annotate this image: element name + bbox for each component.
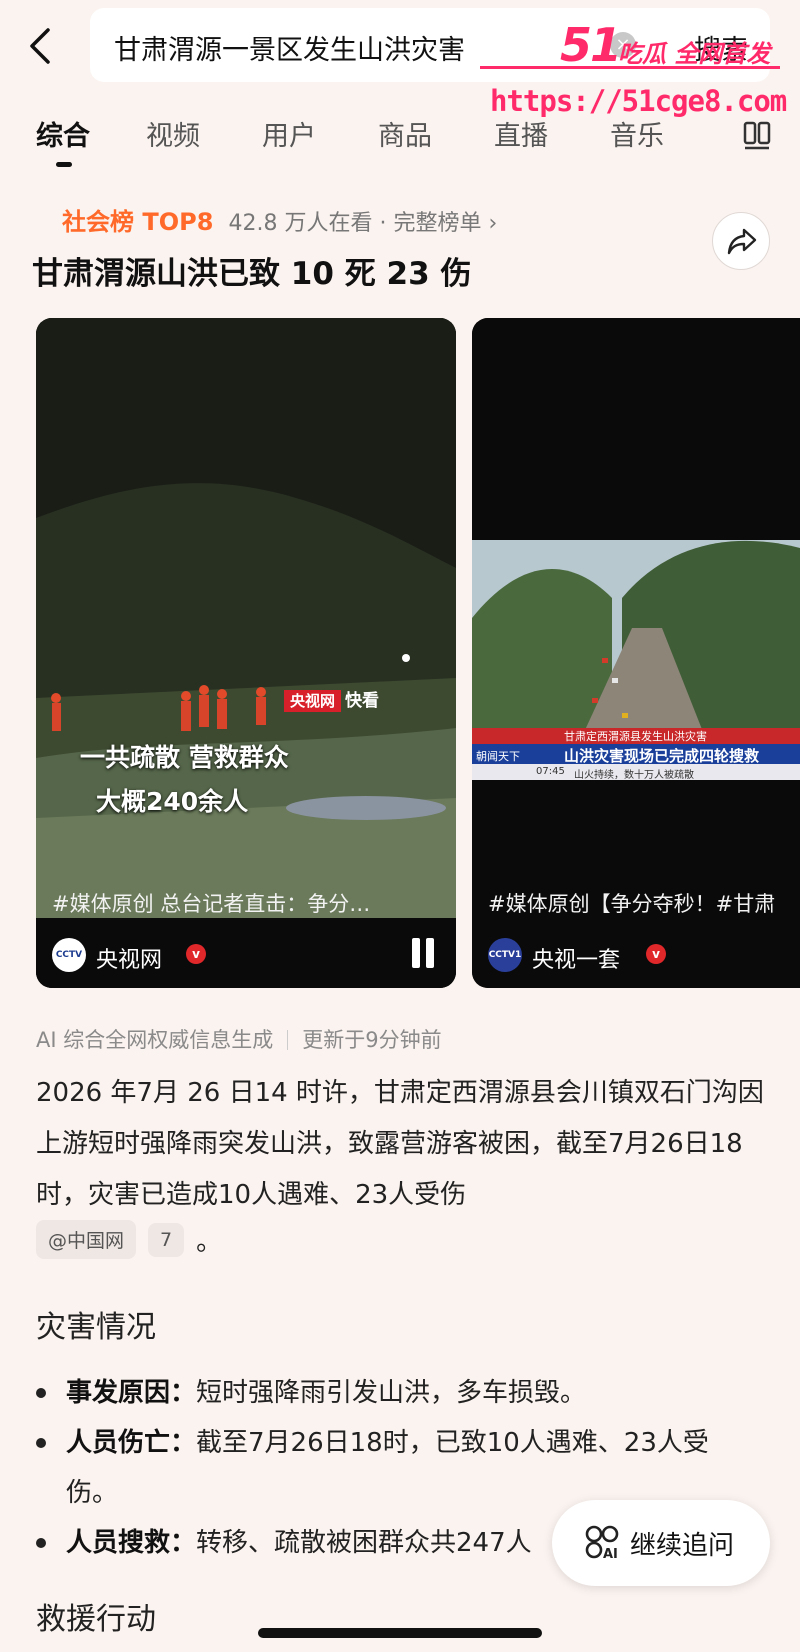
video-subtitle-line-1: 一共疏散 营救群众 <box>80 743 289 772</box>
channel-logo: 央视网 <box>284 690 342 712</box>
verified-icon: v <box>186 944 206 964</box>
ai-source: AI 综合全网权威信息生成 <box>36 1028 274 1052</box>
watermark-underline <box>480 66 780 69</box>
item-text: 转移、疏散被困群众共247人 <box>196 1528 532 1558</box>
video-caption: #媒体原创 总台记者直击：争分… <box>52 892 371 916</box>
citation-count[interactable]: 7 <box>148 1222 185 1257</box>
tab-live[interactable]: 直播 <box>494 114 548 153</box>
tab-video[interactable]: 视频 <box>146 114 200 153</box>
avatar: CCTV <box>52 938 86 972</box>
citation-source[interactable]: @中国网 <box>36 1220 137 1259</box>
item-label: 人员伤亡： <box>66 1428 197 1458</box>
list-item: 事发原因：短时强降雨引发山洪，多车损毁。 <box>36 1368 756 1418</box>
tab-comprehensive[interactable]: 综合 <box>36 114 90 153</box>
citation-end: 。 <box>196 1227 223 1257</box>
watermark-slogan: 吃瓜 全网首发 <box>618 40 771 68</box>
item-label: 人员搜救： <box>66 1528 197 1558</box>
news-ticker: 山火持续，数十万人被疏散 <box>574 770 694 781</box>
divider <box>287 1030 289 1050</box>
home-indicator <box>258 1628 542 1638</box>
watermark-logo: 51 <box>560 18 622 72</box>
video-subtitle-line-2: 大概240余人 <box>96 787 249 816</box>
news-banner-top: 甘肃定西渭源县发生山洪灾害 <box>564 730 707 743</box>
item-text: 短时强降雨引发山洪，多车损毁。 <box>196 1378 587 1408</box>
watermark-tag: 央视网 快看 <box>284 686 379 712</box>
continue-ask-button[interactable]: AI 继续追问 <box>552 1500 770 1586</box>
continue-ask-label: 继续追问 <box>630 1531 735 1561</box>
section-title: 救援行动 <box>36 1602 156 1637</box>
active-tab-indicator <box>56 162 72 167</box>
rank-badge: 社会榜 TOP8 <box>62 208 214 236</box>
author-name: 央视网 <box>96 948 163 973</box>
bullet-dot <box>36 1538 46 1548</box>
tab-goods[interactable]: 商品 <box>378 114 432 153</box>
svg-text:AI: AI <box>603 1547 618 1562</box>
share-button[interactable] <box>712 212 770 270</box>
share-icon <box>727 228 757 255</box>
ai-summary: 2026 年7月 26 日14 时许，甘肃定西渭源县会川镇双石门沟因上游短时强降… <box>36 1078 764 1210</box>
search-query[interactable]: 甘肃渭源一景区发生山洪灾害 <box>114 28 465 67</box>
hot-rank-row[interactable]: 社会榜 TOP8 42.8 万人在看 · 完整榜单 › <box>62 202 497 237</box>
top-bar: 甘肃渭源一景区发生山洪灾害 × 搜索 51 吃瓜 全网首发 https://51… <box>0 0 800 118</box>
rank-meta[interactable]: 42.8 万人在看 · 完整榜单 › <box>229 211 498 236</box>
bullet-dot <box>36 1388 46 1398</box>
channel-sublabel: 快看 <box>345 691 380 711</box>
back-arrow-icon[interactable] <box>26 26 56 66</box>
headline: 甘肃渭源山洪已致 10 死 23 伤 <box>32 256 472 292</box>
category-tabs: 综合 视频 用户 商品 直播 音乐 <box>0 106 800 170</box>
broadcast-time: 07:45 <box>536 766 565 777</box>
ai-source-meta: AI 综合全网权威信息生成 更新于9分钟前 <box>36 1024 442 1054</box>
tab-music[interactable]: 音乐 <box>610 114 664 153</box>
ai-icon: AI <box>585 1525 619 1562</box>
video-card[interactable]: 甘肃定西渭源县发生山洪灾害 山洪灾害现场已完成四轮搜救 朝闻天下 07:45 山… <box>472 318 800 988</box>
update-time: 更新于9分钟前 <box>302 1028 442 1052</box>
citation-row: @中国网 7 。 <box>36 1220 222 1260</box>
item-label: 事发原因： <box>66 1378 197 1408</box>
section-title: 灾害情况 <box>36 1310 156 1345</box>
avatar: CCTV1 <box>488 938 522 972</box>
program-name: 朝闻天下 <box>476 750 520 763</box>
video-caption: #媒体原创【争分夺秒！#甘肃 <box>488 892 776 916</box>
video-card[interactable]: 央视网 快看 一共疏散 营救群众 大概240余人 #媒体原创 总台记者直击：争分…… <box>36 318 456 988</box>
pause-icon[interactable] <box>412 938 436 968</box>
verified-icon: v <box>646 944 666 964</box>
more-tabs-icon[interactable] <box>742 120 772 150</box>
author-name: 央视一套 <box>532 948 621 973</box>
tab-users[interactable]: 用户 <box>262 114 316 153</box>
bullet-dot <box>36 1438 46 1448</box>
news-banner-main: 山洪灾害现场已完成四轮搜救 <box>564 747 760 765</box>
